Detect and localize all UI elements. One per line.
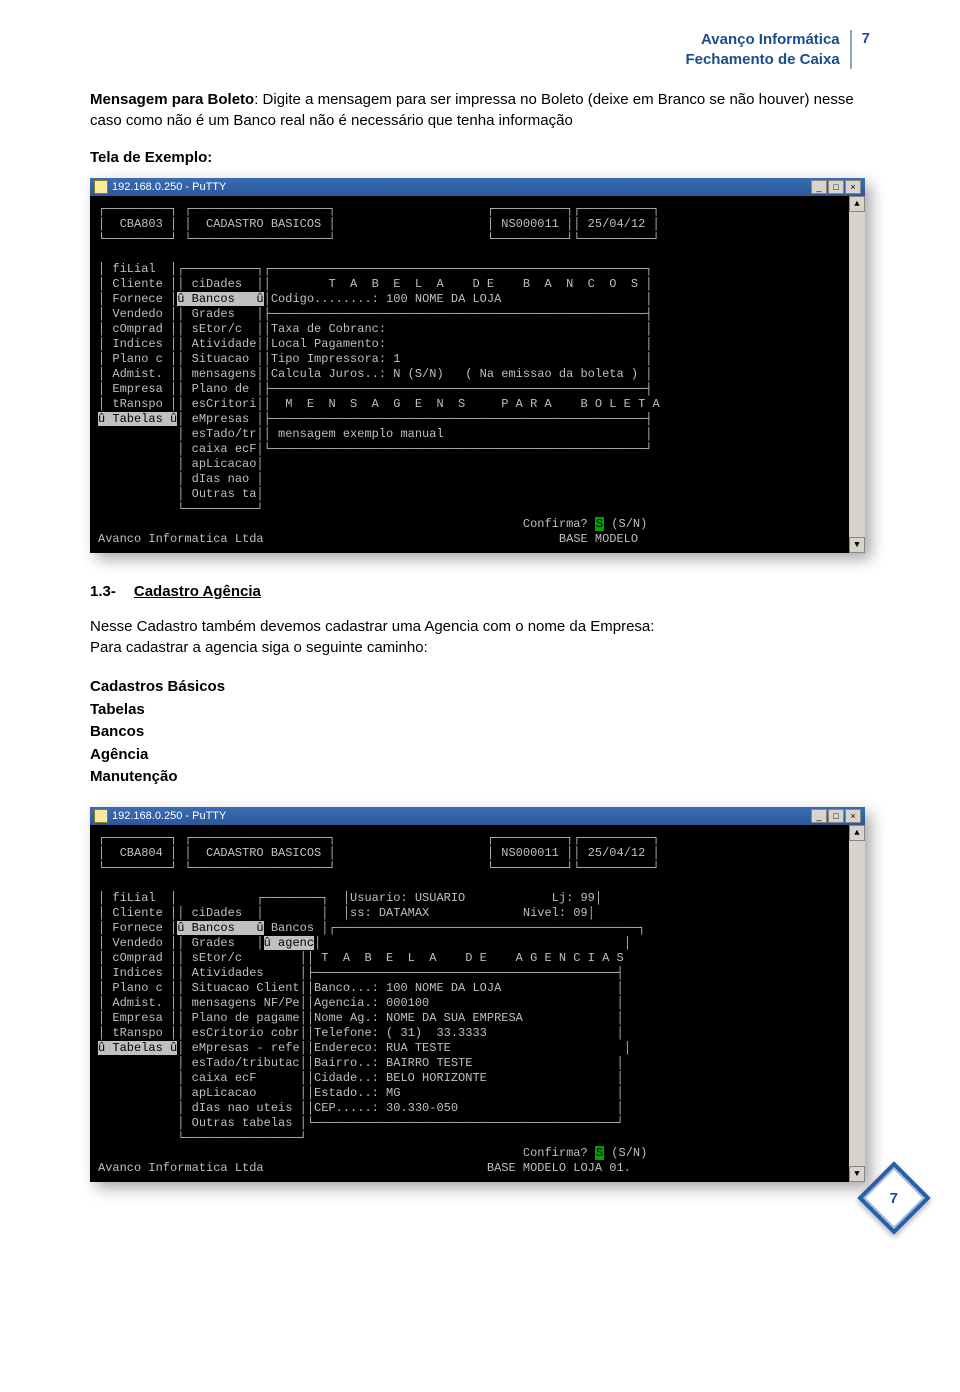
term-line: │ fiLial │ ┌────────┐ │Usuario: USUARIO … bbox=[98, 891, 841, 906]
path-item: Bancos bbox=[90, 721, 870, 744]
putty-title-1: 192.168.0.250 - PuTTY bbox=[112, 181, 226, 193]
term-line: │ Fornece │û Bancos û│Codigo........: 10… bbox=[98, 292, 841, 307]
term-line: │ Fornece │û Bancos û Bancos │┌─────────… bbox=[98, 921, 841, 936]
term-line: │ dIas nao uteis ││CEP.....: 30.330-050 … bbox=[98, 1101, 841, 1116]
putty-titlebar-2: 192.168.0.250 - PuTTY _ □ × bbox=[90, 807, 865, 825]
term-line bbox=[98, 876, 841, 891]
term-footer: Avanco Informatica Ltda BASE MODELO bbox=[98, 532, 841, 547]
term-line: │ Indices ││ Atividade││Local Pagamento:… bbox=[98, 337, 841, 352]
page-number-badge: 7 bbox=[857, 1161, 931, 1235]
term-line: ┌─────────┐ ┌───────────────────┐ ┌─────… bbox=[98, 202, 841, 217]
term-line: └─────────┘ └───────────────────┘ └─────… bbox=[98, 232, 841, 247]
minimize-button[interactable]: _ bbox=[811, 180, 827, 194]
term-line: │ Vendedo ││ Grades │├──────────────────… bbox=[98, 307, 841, 322]
paragraph-lead: Mensagem para Boleto bbox=[90, 91, 254, 108]
term-line: Confirma? S (S/N) bbox=[98, 1146, 841, 1161]
paragraph-cadastro-agencia: Nesse Cadastro também devemos cadastrar … bbox=[90, 616, 870, 658]
term-line: │ Admist. ││ mensagens NF/Pe││Agencia.: … bbox=[98, 996, 841, 1011]
putty-icon bbox=[94, 809, 108, 823]
term-line: │ Vendedo ││ Grades │û agenc│ │ bbox=[98, 936, 841, 951]
path-item: Cadastros Básicos bbox=[90, 676, 870, 699]
term-line: ┌─────────┐ ┌───────────────────┐ ┌─────… bbox=[98, 831, 841, 846]
term-line: │ Empresa ││ Plano de │├────────────────… bbox=[98, 382, 841, 397]
header-line1: Avanço Informática bbox=[701, 31, 840, 48]
term-line: │ CBA803 │ │ CADASTRO BASICOS │ │ NS0000… bbox=[98, 217, 841, 232]
term-line: └─────────┘ └───────────────────┘ └─────… bbox=[98, 861, 841, 876]
navigation-path: Cadastros Básicos Tabelas Bancos Agência… bbox=[90, 676, 870, 789]
term-line: │ Admist. ││ mensagens││Calcula Juros..:… bbox=[98, 367, 841, 382]
path-item: Agência bbox=[90, 744, 870, 767]
paragraph-mensagem-boleto: Mensagem para Boleto: Digite a mensagem … bbox=[90, 89, 870, 131]
term-line: │ tRanspo ││ esCritori││ M E N S A G E N… bbox=[98, 397, 841, 412]
maximize-button[interactable]: □ bbox=[828, 180, 844, 194]
section-number: 1.3- bbox=[90, 583, 116, 600]
term-line: │ apLicacao ││Estado..: MG │ bbox=[98, 1086, 841, 1101]
term-line: └────────────────┘ bbox=[98, 1131, 841, 1146]
term-line: │ apLicacao│ bbox=[98, 457, 841, 472]
term-line: │ esTado/tr││ mensagem exemplo manual │ bbox=[98, 427, 841, 442]
term-line: Confirma? S (S/N) bbox=[98, 517, 841, 532]
putty-terminal-1[interactable]: ▲ ▼ ┌─────────┐ ┌───────────────────┐ ┌─… bbox=[90, 196, 865, 553]
term-line: │ caixa ecF│└───────────────────────────… bbox=[98, 442, 841, 457]
page-number-top: 7 bbox=[862, 30, 870, 47]
section-title: Cadastro Agência bbox=[134, 583, 261, 600]
scroll-down-icon[interactable]: ▼ bbox=[849, 1166, 865, 1182]
term-line: │ Empresa ││ Plano de pagame││Nome Ag.: … bbox=[98, 1011, 841, 1026]
close-button[interactable]: × bbox=[845, 180, 861, 194]
putty-window-2: 192.168.0.250 - PuTTY _ □ × ▲ ▼ ┌───────… bbox=[90, 807, 865, 1182]
putty-titlebar-1: 192.168.0.250 - PuTTY _ □ × bbox=[90, 178, 865, 196]
term-footer: Avanco Informatica Ltda BASE MODELO LOJA… bbox=[98, 1161, 841, 1176]
menu-bancos-highlight: û Bancos û bbox=[177, 292, 263, 306]
term-line: │ fiLial │┌──────────┐┌─────────────────… bbox=[98, 262, 841, 277]
term-line: │ cOmprad ││ sEtor/c ││Taxa de Cobranc: … bbox=[98, 322, 841, 337]
menu-bancos-highlight: û Bancos û bbox=[177, 921, 263, 935]
maximize-button[interactable]: □ bbox=[828, 809, 844, 823]
confirm-s: S bbox=[595, 517, 604, 531]
scroll-up-icon[interactable]: ▲ bbox=[849, 825, 865, 841]
term-line: │ tRanspo ││ esCritorio cobr││Telefone: … bbox=[98, 1026, 841, 1041]
term-line: û Tabelas û│ eMpresas │├────────────────… bbox=[98, 412, 841, 427]
term-line: │ CBA804 │ │ CADASTRO BASICOS │ │ NS0000… bbox=[98, 846, 841, 861]
term-line: │ cOmprad ││ sEtor/c ││ T A B E L A D E … bbox=[98, 951, 841, 966]
close-button[interactable]: × bbox=[845, 809, 861, 823]
term-line: │ Outras ta│ bbox=[98, 487, 841, 502]
path-item: Manutenção bbox=[90, 766, 870, 789]
page-header: Avanço Informática Fechamento de Caixa 7 bbox=[90, 30, 870, 69]
header-line2: Fechamento de Caixa bbox=[685, 51, 839, 68]
term-line: │ Cliente ││ ciDades ││ T A B E L A D E … bbox=[98, 277, 841, 292]
section-1-3: 1.3- Cadastro Agência bbox=[90, 583, 870, 600]
term-line: │ Outras tabelas │└─────────────────────… bbox=[98, 1116, 841, 1131]
term-line: │ caixa ecF ││Cidade..: BELO HORIZONTE │ bbox=[98, 1071, 841, 1086]
confirm-s: S bbox=[595, 1146, 604, 1160]
term-line: │ dIas nao │ bbox=[98, 472, 841, 487]
page-number-bottom: 7 bbox=[890, 1189, 898, 1206]
putty-terminal-2[interactable]: ▲ ▼ ┌─────────┐ ┌───────────────────┐ ┌─… bbox=[90, 825, 865, 1182]
term-line: │ esTado/tributac││Bairro..: BAIRRO TEST… bbox=[98, 1056, 841, 1071]
minimize-button[interactable]: _ bbox=[811, 809, 827, 823]
term-line: │ Plano c ││ Situacao Client││Banco...: … bbox=[98, 981, 841, 996]
menu-tabelas-highlight: û Tabelas û bbox=[98, 412, 177, 426]
example-label: Tela de Exemplo: bbox=[90, 149, 870, 166]
term-line: û Tabelas û│ eMpresas - refe││Endereco: … bbox=[98, 1041, 841, 1056]
putty-title-2: 192.168.0.250 - PuTTY bbox=[112, 810, 226, 822]
scroll-up-icon[interactable]: ▲ bbox=[849, 196, 865, 212]
path-item: Tabelas bbox=[90, 699, 870, 722]
term-line bbox=[98, 247, 841, 262]
scroll-down-icon[interactable]: ▼ bbox=[849, 537, 865, 553]
menu-tabelas-highlight: û Tabelas û bbox=[98, 1041, 177, 1055]
putty-icon bbox=[94, 180, 108, 194]
menu-agenc-highlight: û agenc bbox=[264, 936, 314, 950]
putty-window-1: 192.168.0.250 - PuTTY _ □ × ▲ ▼ ┌───────… bbox=[90, 178, 865, 553]
term-line: │ Indices ││ Atividades │├──────────────… bbox=[98, 966, 841, 981]
term-line: │ Plano c ││ Situacao ││Tipo Impressora:… bbox=[98, 352, 841, 367]
term-line: │ Cliente ││ ciDades │ │ │ss: DATAMAX Ni… bbox=[98, 906, 841, 921]
term-line: └──────────┘ bbox=[98, 502, 841, 517]
